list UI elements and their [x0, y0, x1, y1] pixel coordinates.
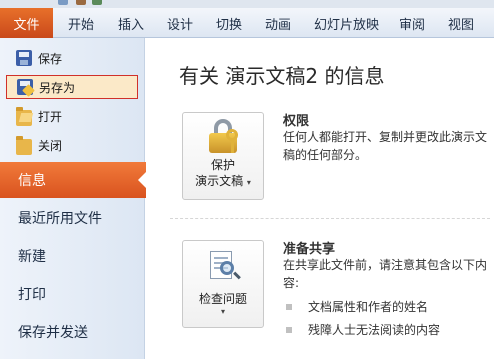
tab-slide-show[interactable]: 幻灯片放映 [314, 8, 379, 38]
ribbon-tab-bar: 文件 开始 插入 设计 切换 动画 幻灯片放映 审阅 视图 [0, 8, 494, 38]
open-folder-icon [16, 107, 32, 126]
tab-view[interactable]: 视图 [448, 8, 474, 38]
nav-info[interactable]: 信息 [0, 162, 147, 198]
section-divider [170, 218, 490, 219]
nav-new[interactable]: 新建 [0, 238, 145, 274]
lock-icon [206, 119, 240, 153]
protect-presentation-button[interactable]: 保护 演示文稿 ▾ [182, 112, 264, 200]
dropdown-arrow-icon: ▾ [246, 178, 251, 187]
close-folder-icon [16, 136, 32, 155]
bullet-icon [286, 303, 292, 310]
permissions-heading: 权限 [283, 114, 310, 129]
dropdown-arrow-icon: ▾ [220, 307, 225, 316]
close-command[interactable]: 关闭 [6, 133, 138, 157]
tab-transitions[interactable]: 切换 [216, 8, 242, 38]
inspect-document-icon [206, 249, 241, 283]
quick-access-redo-icon[interactable] [92, 0, 102, 5]
info-panel: 有关 演示文稿2 的信息 保护 演示文稿 ▾ 权限 任何人都能打开、复制并更改此… [146, 38, 494, 359]
page-title: 有关 演示文稿2 的信息 [179, 64, 385, 88]
save-icon [16, 50, 32, 66]
backstage-left-pane: 保存 另存为 打开 关闭 信息 最近所用文件 新建 打印 保存并发送 [0, 38, 147, 359]
nav-recent[interactable]: 最近所用文件 [0, 200, 145, 236]
protect-button-label-line2-text: 演示文稿 [195, 174, 244, 188]
tab-review[interactable]: 审阅 [399, 8, 425, 38]
open-command-label: 打开 [38, 109, 63, 124]
close-command-label: 关闭 [38, 138, 63, 153]
tab-home[interactable]: 开始 [68, 8, 94, 38]
nav-print[interactable]: 打印 [0, 276, 145, 312]
list-item: 文档属性和作者的姓名 [286, 298, 428, 315]
quick-access-save-icon[interactable] [58, 0, 68, 5]
quick-access-undo-icon[interactable] [76, 0, 86, 5]
title-bar [0, 0, 494, 8]
protect-button-label-line1: 保护 [210, 158, 235, 172]
save-command-label: 保存 [38, 51, 63, 66]
check-for-issues-button[interactable]: 检查问题 ▾ [182, 240, 264, 328]
protect-button-label-line2: 演示文稿 ▾ [195, 173, 251, 191]
sharing-description: 在共享此文件前，请注意其包含以下内容: [283, 258, 488, 290]
open-command[interactable]: 打开 [6, 104, 138, 128]
tab-animations[interactable]: 动画 [265, 8, 291, 38]
tab-file[interactable]: 文件 [0, 8, 53, 38]
tab-design[interactable]: 设计 [167, 8, 193, 38]
save-as-command-label: 另存为 [39, 80, 76, 95]
save-as-icon [17, 79, 33, 95]
permissions-description: 任何人都能打开、复制并更改此演示文稿的任何部分。 [283, 130, 488, 162]
nav-save-and-send[interactable]: 保存并发送 [0, 314, 145, 350]
bullet-icon [286, 326, 292, 333]
bullet-text: 残障人士无法阅读的内容 [308, 323, 441, 337]
save-command[interactable]: 保存 [6, 46, 138, 70]
check-issues-label: 检查问题 [198, 292, 247, 306]
bullet-text: 文档属性和作者的姓名 [308, 300, 429, 314]
list-item: 残障人士无法阅读的内容 [286, 321, 440, 338]
sharing-heading: 准备共享 [283, 242, 336, 257]
tab-insert[interactable]: 插入 [118, 8, 144, 38]
save-as-command[interactable]: 另存为 [6, 75, 138, 99]
